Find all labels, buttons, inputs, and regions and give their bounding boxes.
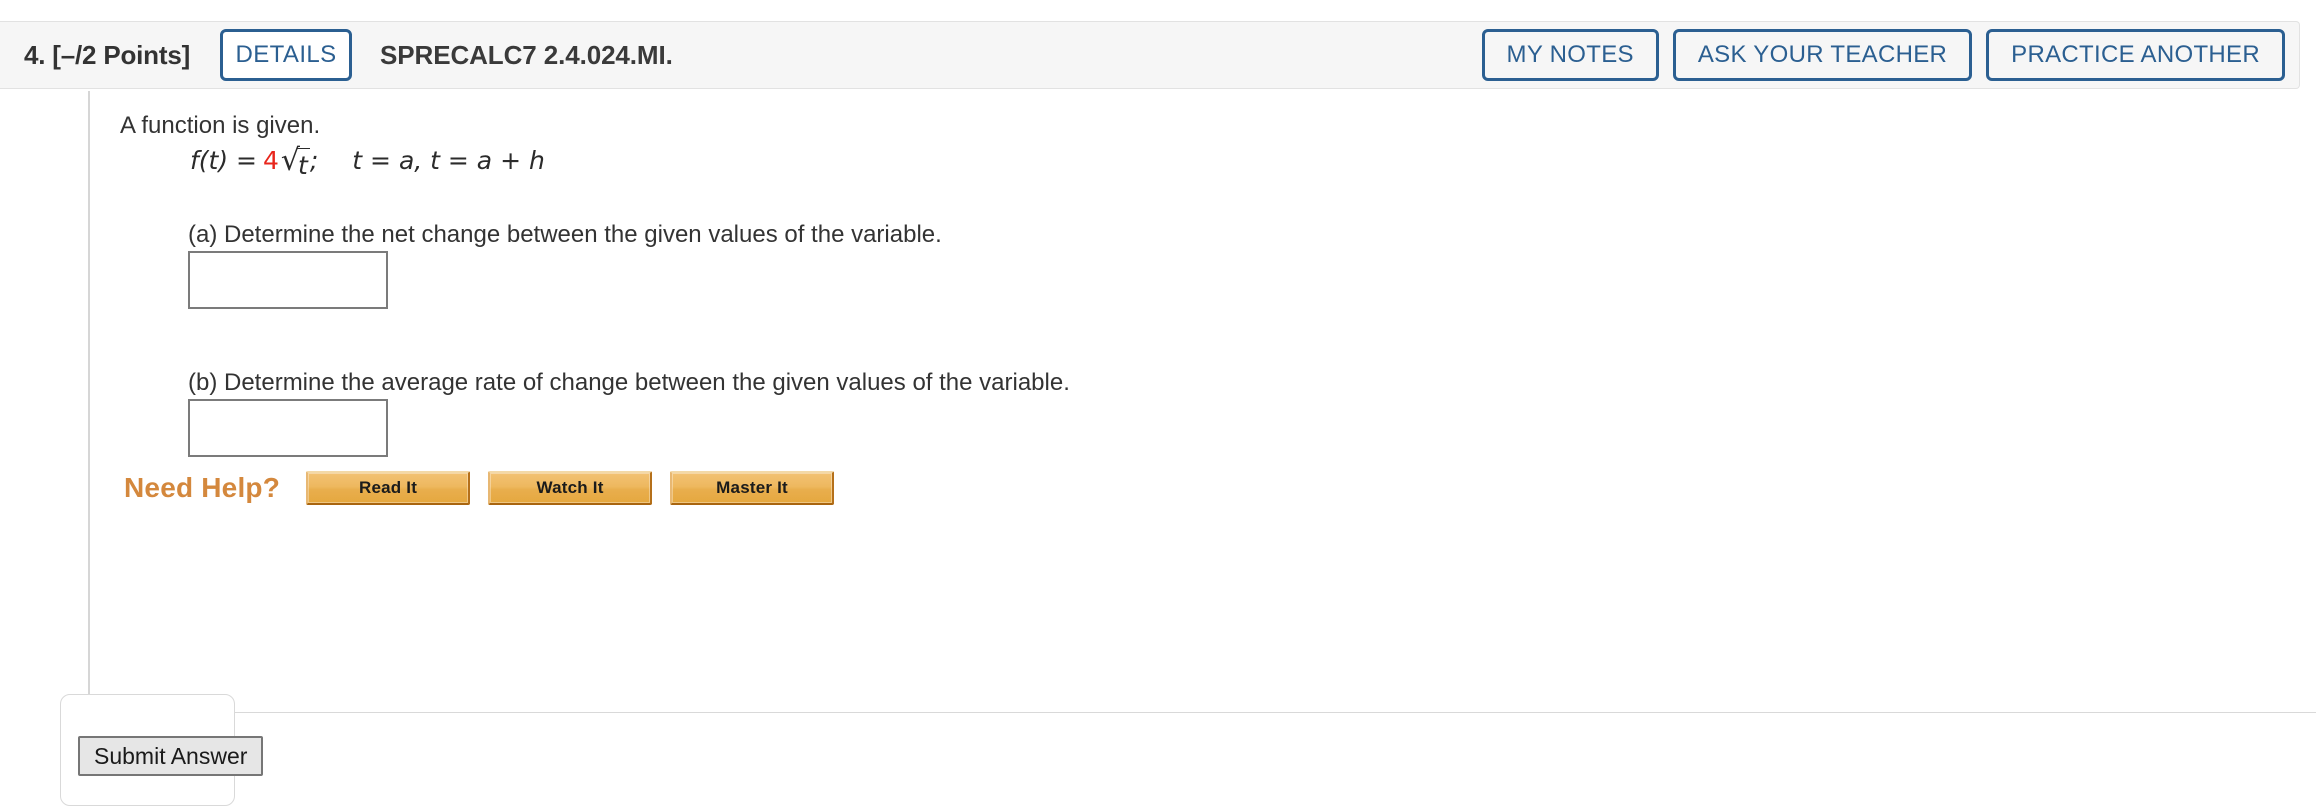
watch-it-label: Watch It [536, 478, 604, 497]
formula-coefficient: 4 [263, 146, 279, 175]
submit-answer-button[interactable]: Submit Answer [78, 736, 264, 776]
need-help-section: Need Help? Read It Watch It Master It [124, 471, 835, 505]
formula-conditions: t = a, t = a + h [352, 146, 545, 175]
part-b-label: (b) Determine the average rate of change… [188, 369, 1070, 396]
header-actions: MY NOTES ASK YOUR TEACHER PRACTICE ANOTH… [1481, 29, 2285, 81]
question-header-bar: 4. [–/2 Points] DETAILS SPRECALC7 2.4.02… [0, 21, 2300, 89]
details-button[interactable]: DETAILS [220, 29, 353, 81]
function-formula: f(t) = 4 √ t ; t = a, t = a + h [190, 146, 545, 180]
need-help-buttons: Read It Watch It Master It [306, 471, 835, 505]
question-content-area: A function is given. f(t) = 4 √ t ; t = … [88, 91, 2316, 716]
points-label: 4. [–/2 Points] [24, 39, 191, 70]
read-it-button[interactable]: Read It [306, 471, 471, 505]
need-help-label: Need Help? [124, 472, 281, 503]
part-b-answer-input[interactable] [188, 399, 388, 457]
question-intro-text: A function is given. [120, 112, 321, 139]
formula-semicolon: ; [309, 146, 319, 175]
formula-lhs: f(t) = [190, 146, 258, 175]
practice-another-button[interactable]: PRACTICE ANOTHER [1986, 29, 2285, 81]
ask-your-teacher-button[interactable]: ASK YOUR TEACHER [1672, 29, 1973, 81]
my-notes-button[interactable]: MY NOTES [1481, 29, 1659, 81]
part-a-label: (a) Determine the net change between the… [188, 221, 942, 248]
part-a-answer-input[interactable] [188, 251, 388, 309]
master-it-button[interactable]: Master It [670, 471, 835, 505]
read-it-label: Read It [358, 478, 418, 497]
master-it-label: Master It [716, 478, 788, 497]
assignment-code-label: SPRECALC7 2.4.024.MI. [380, 39, 673, 70]
submit-divider [235, 712, 2316, 713]
watch-it-button[interactable]: Watch It [488, 471, 653, 505]
formula-radicand: t [297, 148, 310, 180]
square-root-expression: √ t [281, 146, 310, 180]
